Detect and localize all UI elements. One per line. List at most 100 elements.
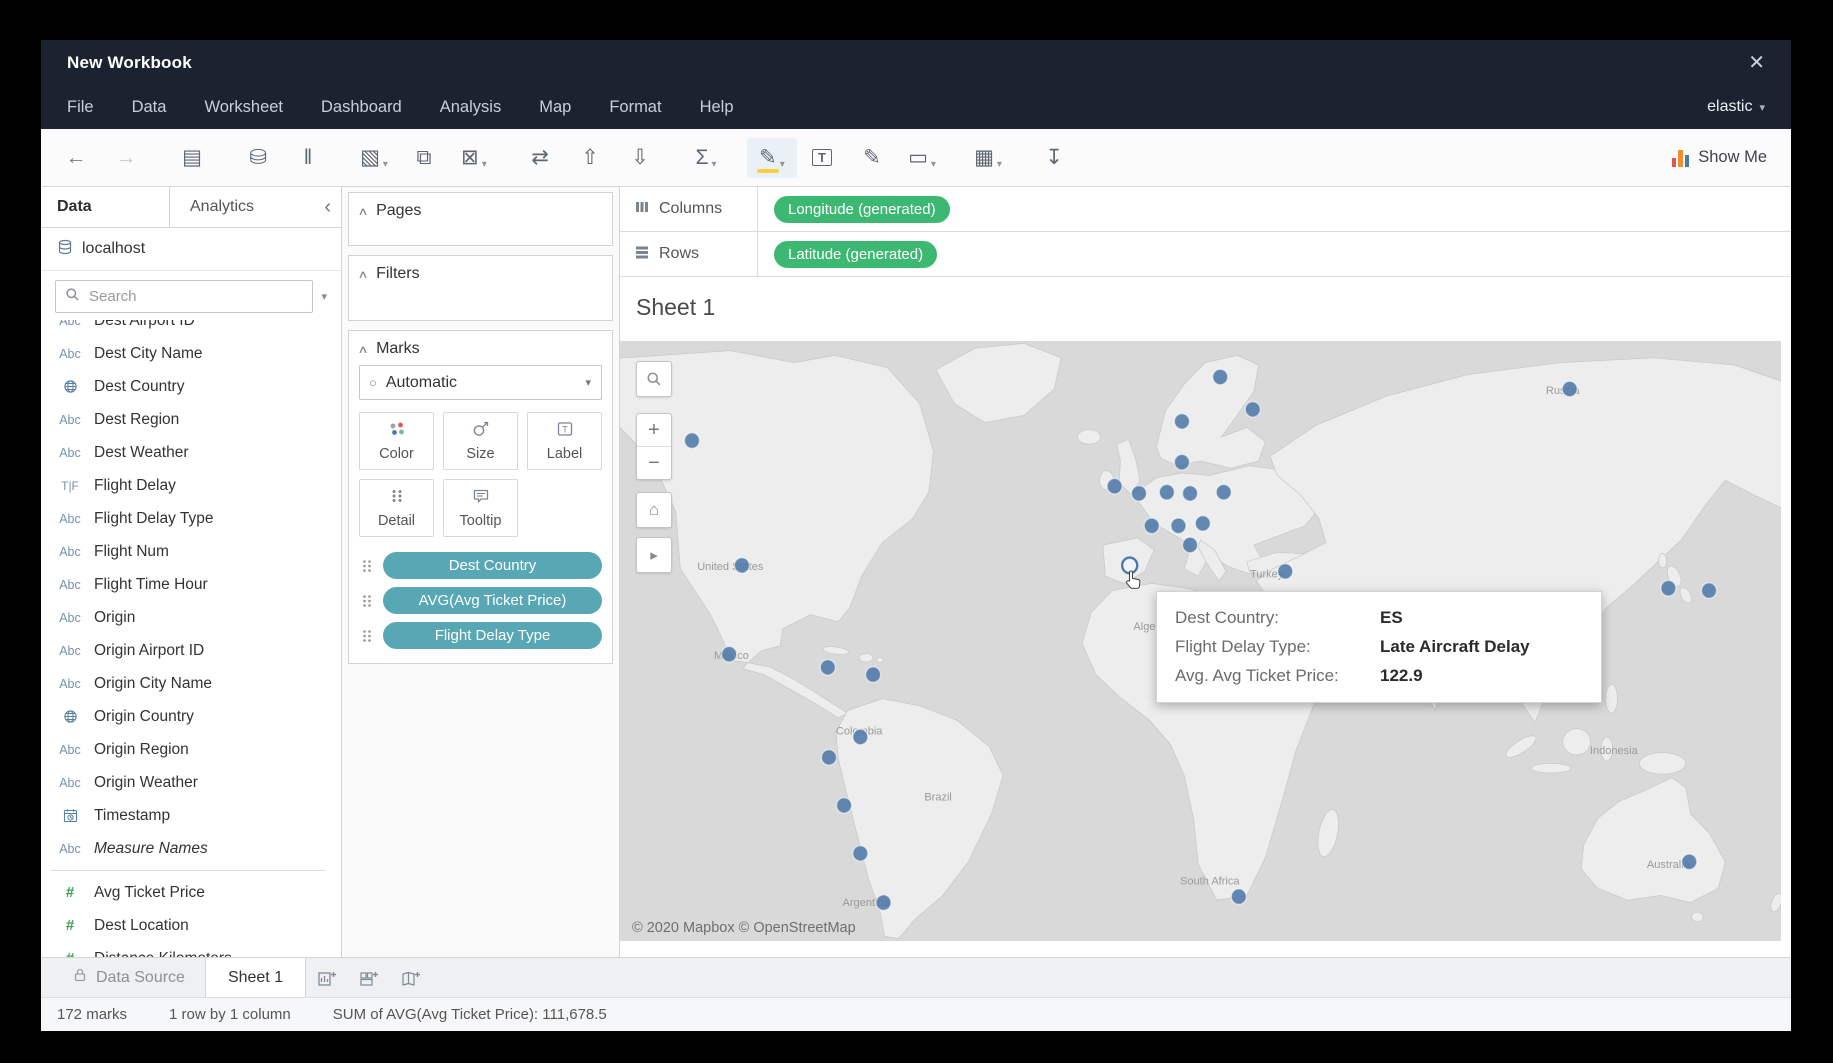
new-worksheet-button[interactable] — [306, 958, 348, 997]
map-mark[interactable] — [734, 558, 749, 574]
map-mark[interactable] — [1245, 402, 1260, 418]
rows-shelf[interactable]: Rows Latitude (generated) — [620, 232, 1791, 277]
search-box[interactable] — [55, 280, 313, 313]
filters-shelf[interactable]: ∧ Filters — [348, 255, 613, 321]
map-mark[interactable] — [1174, 454, 1189, 470]
map-home-button[interactable]: ⌂ — [636, 492, 672, 528]
show-mark-labels-button[interactable]: T — [797, 138, 847, 178]
undo-button[interactable]: ← — [51, 138, 101, 178]
map-mark[interactable] — [684, 433, 699, 449]
mark-type-dropdown[interactable]: ○ Automatic ▾ — [359, 365, 602, 400]
tab-sheet-1[interactable]: Sheet 1 — [205, 958, 306, 997]
collapse-pane-icon[interactable]: ‹ — [324, 187, 331, 227]
new-dashboard-button[interactable] — [348, 958, 390, 997]
tab-data[interactable]: Data — [41, 187, 170, 227]
redo-button[interactable]: → — [101, 138, 151, 178]
field-dest-country[interactable]: Dest Country — [41, 370, 341, 403]
search-options-caret-icon[interactable]: ▾ — [313, 290, 333, 303]
map-mark[interactable] — [1131, 486, 1146, 502]
field-origin-country[interactable]: Origin Country — [41, 700, 341, 733]
zoom-out-button[interactable]: − — [637, 446, 671, 479]
field-origin-airport-id[interactable]: AbcOrigin Airport ID — [41, 634, 341, 667]
close-icon[interactable]: ✕ — [1748, 53, 1765, 73]
zoom-in-button[interactable]: + — [637, 414, 671, 446]
fit-button[interactable]: ▭▾ — [897, 138, 947, 178]
field-dest-weather[interactable]: AbcDest Weather — [41, 436, 341, 469]
save-button[interactable]: ▤ — [167, 138, 217, 178]
columns-shelf[interactable]: Columns Longitude (generated) — [620, 187, 1791, 232]
map-mark[interactable] — [1183, 486, 1198, 502]
new-data-source-button[interactable]: ⛁ — [233, 138, 283, 178]
field-avg-ticket-price[interactable]: #Avg Ticket Price — [41, 876, 341, 909]
pill-avg-avg-ticket-price[interactable]: AVG(Avg Ticket Price) — [383, 587, 602, 614]
totals-button[interactable]: Σ▾ — [681, 138, 731, 178]
data-source-connection[interactable]: localhost — [41, 228, 341, 271]
map-mark[interactable] — [837, 798, 852, 814]
map-mark[interactable] — [866, 667, 881, 683]
map-mark[interactable] — [853, 729, 868, 745]
map-mark[interactable] — [876, 895, 891, 911]
menu-file[interactable]: File — [67, 98, 94, 117]
pages-shelf[interactable]: ∧ Pages — [348, 192, 613, 246]
map-view[interactable]: United StatesMexicoColombiaBrazilArgenti… — [620, 341, 1781, 941]
field-origin-city-name[interactable]: AbcOrigin City Name — [41, 667, 341, 700]
map-mark[interactable] — [1174, 414, 1189, 430]
map-mark[interactable] — [1278, 564, 1293, 580]
field-timestamp[interactable]: Timestamp — [41, 799, 341, 832]
field-distance-kilometers[interactable]: #Distance Kilometers — [41, 942, 341, 957]
sort-descending-button[interactable]: ⇩ — [615, 138, 665, 178]
map-mark[interactable] — [1661, 580, 1676, 596]
pill-latitude-generated[interactable]: Latitude (generated) — [774, 241, 937, 268]
map-attribution[interactable]: © 2020 Mapbox © OpenStreetMap — [632, 920, 856, 936]
cell-size-button[interactable]: ▦▾ — [963, 138, 1013, 178]
map-mark-hovered[interactable] — [1122, 558, 1137, 574]
map-mark[interactable] — [1195, 516, 1210, 532]
highlight-button[interactable]: ✎▾ — [747, 138, 797, 178]
map-tools-flyout-button[interactable]: ▸ — [636, 537, 672, 573]
search-input[interactable] — [87, 287, 303, 306]
map-mark[interactable] — [1183, 537, 1198, 553]
collapse-card-icon[interactable]: ∧ — [357, 343, 368, 356]
new-story-button[interactable] — [390, 958, 432, 997]
duplicate-button[interactable]: ⧉ — [399, 138, 449, 178]
map-mark[interactable] — [820, 660, 835, 676]
map-mark[interactable] — [853, 846, 868, 862]
tab-analytics[interactable]: Analytics — [170, 187, 254, 227]
field-dest-airport-id[interactable]: AbcDest Airport ID — [41, 320, 341, 337]
show-me-button[interactable]: Show Me — [1664, 142, 1775, 173]
swap-rows-columns-button[interactable]: ⇄ — [515, 138, 565, 178]
pill-dest-country[interactable]: Dest Country — [383, 552, 602, 579]
menu-analysis[interactable]: Analysis — [440, 98, 501, 117]
field-flight-time-hour[interactable]: AbcFlight Time Hour — [41, 568, 341, 601]
menu-dashboard[interactable]: Dashboard — [321, 98, 402, 117]
filters-drop-area[interactable] — [349, 290, 612, 320]
map-mark[interactable] — [1171, 518, 1186, 534]
map-mark[interactable] — [1144, 518, 1159, 534]
field-measure-names[interactable]: AbcMeasure Names — [41, 832, 341, 865]
collapse-card-icon[interactable]: ∧ — [357, 205, 368, 218]
field-origin[interactable]: AbcOrigin — [41, 601, 341, 634]
map-search-button[interactable] — [636, 361, 672, 397]
menu-data[interactable]: Data — [132, 98, 167, 117]
field-origin-region[interactable]: AbcOrigin Region — [41, 733, 341, 766]
color-button[interactable]: Color — [359, 412, 434, 470]
map-mark[interactable] — [722, 646, 737, 662]
presentation-mode-button[interactable]: ↧ — [1029, 138, 1079, 178]
tooltip-button[interactable]: Tooltip — [443, 479, 518, 537]
map-mark[interactable] — [1562, 381, 1577, 397]
map-mark[interactable] — [1213, 369, 1228, 385]
map-mark[interactable] — [821, 750, 836, 766]
pill-longitude-generated[interactable]: Longitude (generated) — [774, 196, 950, 223]
field-origin-weather[interactable]: AbcOrigin Weather — [41, 766, 341, 799]
format-button[interactable]: ✎ — [847, 138, 897, 178]
menu-worksheet[interactable]: Worksheet — [204, 98, 283, 117]
field-dest-location[interactable]: #Dest Location — [41, 909, 341, 942]
account-menu[interactable]: elastic ▾ — [1707, 98, 1765, 116]
menu-format[interactable]: Format — [609, 98, 661, 117]
field-flight-delay-type[interactable]: AbcFlight Delay Type — [41, 502, 341, 535]
pill-flight-delay-type[interactable]: Flight Delay Type — [383, 622, 602, 649]
field-flight-num[interactable]: AbcFlight Num — [41, 535, 341, 568]
map-mark[interactable] — [1682, 854, 1697, 870]
map-mark[interactable] — [1107, 478, 1122, 494]
sort-ascending-button[interactable]: ⇧ — [565, 138, 615, 178]
